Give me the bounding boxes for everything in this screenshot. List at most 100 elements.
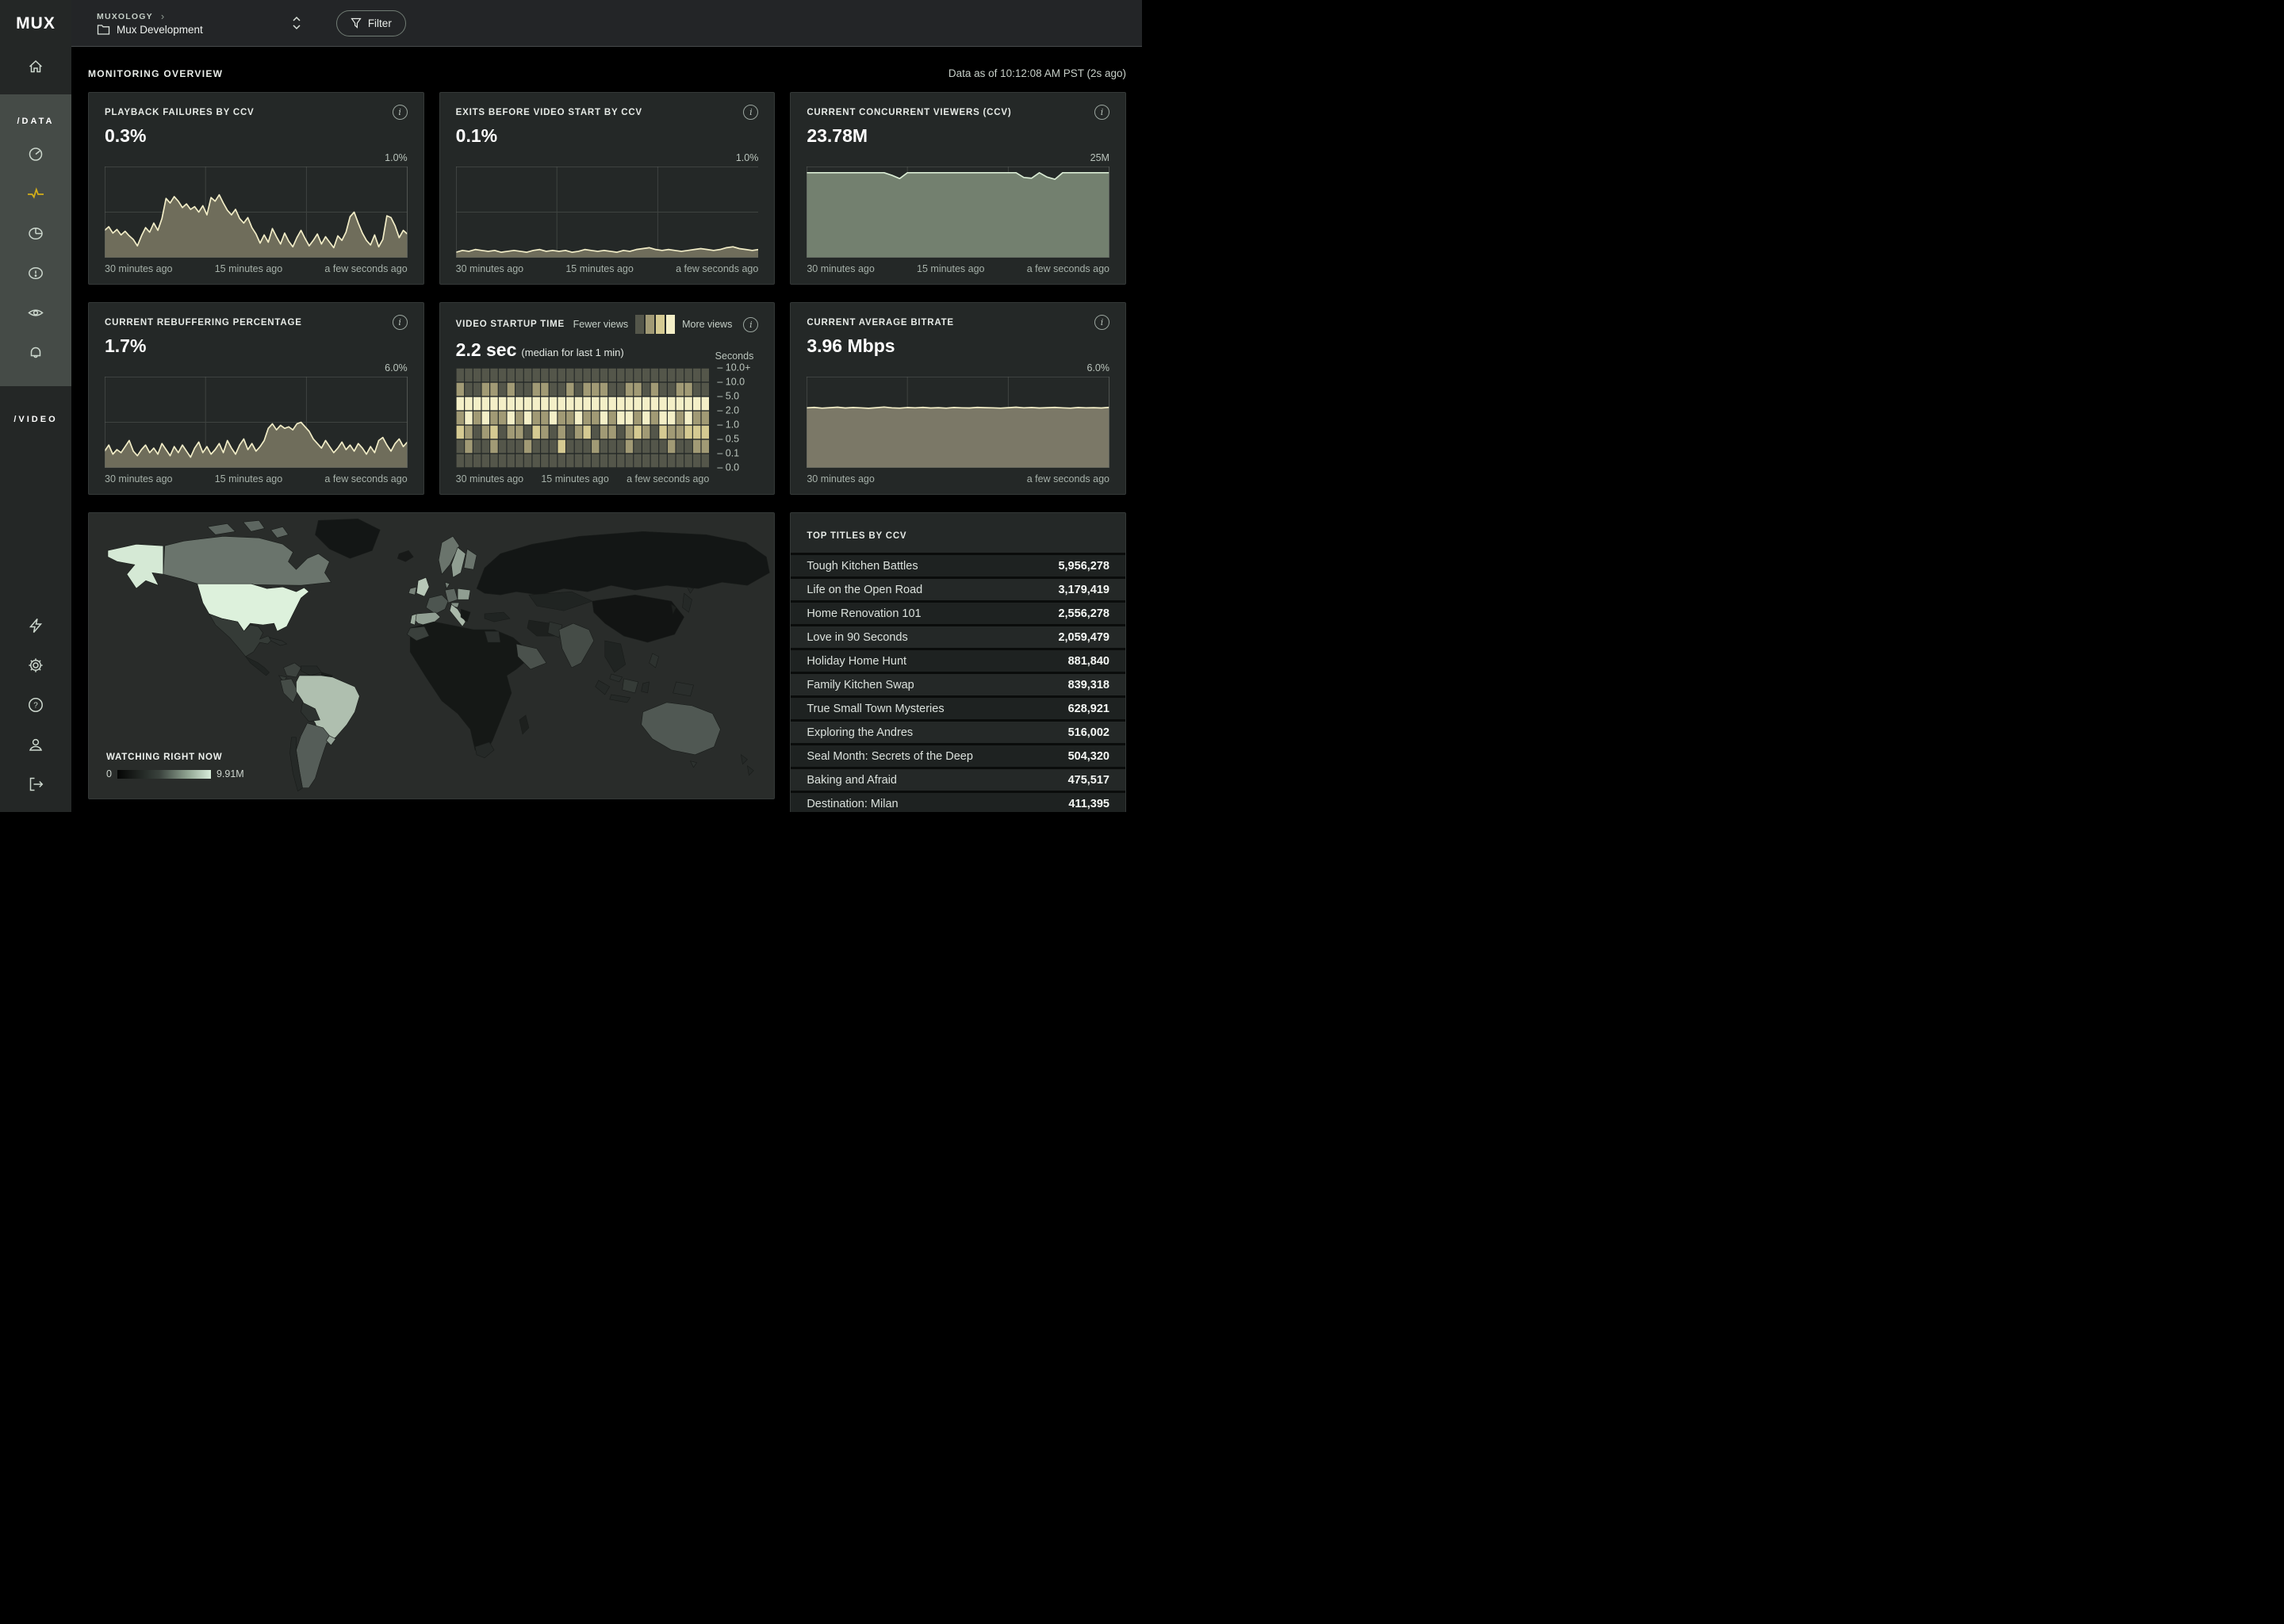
heatmap-legend: Fewer views More views <box>573 315 733 334</box>
sidebar-item-monitoring[interactable] <box>0 174 71 213</box>
filter-button[interactable]: Filter <box>336 10 406 36</box>
table-row[interactable]: Seal Month: Secrets of the Deep504,320 <box>791 743 1125 767</box>
title-name: Destination: Milan <box>807 798 898 810</box>
info-icon[interactable]: i <box>743 317 758 332</box>
y-axis-tick: – 0.1 <box>717 447 739 458</box>
breadcrumb-org[interactable]: MUXOLOGY <box>97 12 153 21</box>
info-icon[interactable]: i <box>1094 315 1109 330</box>
x-axis-label: a few seconds ago <box>324 473 407 485</box>
area-chart <box>105 167 408 258</box>
sidebar-item-alerts[interactable] <box>0 332 71 372</box>
map-region-poland[interactable] <box>458 588 470 599</box>
info-icon[interactable]: i <box>393 315 408 330</box>
title-ccv-value: 628,921 <box>1068 703 1109 715</box>
sidebar-item-dashboard[interactable] <box>0 134 71 174</box>
y-max-label: 6.0% <box>807 362 1109 377</box>
map-scale-gradient <box>117 770 211 779</box>
table-row[interactable]: True Small Town Mysteries 628,921 <box>791 695 1125 719</box>
x-axis-label: 30 minutes ago <box>105 263 172 274</box>
info-icon[interactable]: i <box>1094 105 1109 120</box>
x-axis-labels: 30 minutes ago15 minutes agoa few second… <box>456 473 710 485</box>
area-chart <box>807 377 1109 468</box>
table-row[interactable]: Life on the Open Road3,179,419 <box>791 576 1125 600</box>
filter-button-label: Filter <box>368 17 392 29</box>
unfold-icon <box>290 14 303 32</box>
x-axis-labels: 30 minutes ago15 minutes agoa few second… <box>105 263 408 274</box>
sidebar-video-label[interactable]: /VIDEO <box>13 404 57 432</box>
x-axis-label: 30 minutes ago <box>456 473 523 485</box>
x-axis-label: 30 minutes ago <box>105 473 172 485</box>
folder-icon <box>97 24 110 36</box>
table-row[interactable]: Exploring the Andres516,002 <box>791 719 1125 743</box>
area-chart <box>105 377 408 468</box>
gear-icon <box>26 656 45 675</box>
title-ccv-value: 411,395 <box>1068 798 1109 810</box>
card-world-map: WATCHING RIGHT NOW 0 9.91M <box>88 512 775 799</box>
x-axis-label: 30 minutes ago <box>456 263 523 274</box>
bell-icon <box>26 343 45 362</box>
pie-chart-icon <box>26 224 45 243</box>
legend-swatch <box>635 315 644 334</box>
title-ccv-value: 516,002 <box>1068 726 1109 739</box>
y-max-label: 6.0% <box>105 362 408 377</box>
y-axis-tick: – 2.0 <box>717 404 739 416</box>
x-axis-labels: 30 minutes ago15 minutes agoa few second… <box>105 473 408 485</box>
info-icon[interactable]: i <box>393 105 408 120</box>
title-ccv-value: 881,840 <box>1068 655 1109 668</box>
legend-high-label: More views <box>682 319 732 330</box>
mux-logo: MUX <box>0 0 71 47</box>
table-row[interactable]: Home Renovation 1012,556,278 <box>791 600 1125 624</box>
info-icon[interactable]: i <box>743 105 758 120</box>
x-axis-label: 30 minutes ago <box>807 263 874 274</box>
user-icon <box>26 735 45 754</box>
sidebar-item-home[interactable] <box>0 47 71 86</box>
filter-funnel-icon <box>351 17 362 29</box>
breadcrumb[interactable]: MUXOLOGY › <box>97 10 203 22</box>
table-row[interactable]: Love in 90 Seconds2,059,479 <box>791 624 1125 648</box>
sidebar-item-metrics[interactable] <box>0 213 71 253</box>
environment-name: Mux Development <box>117 24 203 36</box>
map-legend: WATCHING RIGHT NOW 0 9.91M <box>106 753 244 779</box>
app-root: MUX /DATA <box>0 0 1142 812</box>
sidebar-item-views[interactable] <box>0 293 71 332</box>
table-row[interactable]: Tough Kitchen Battles5,956,278 <box>791 553 1125 576</box>
lightning-icon <box>26 616 45 635</box>
x-axis-label: a few seconds ago <box>676 263 758 274</box>
sidebar-item-events[interactable] <box>0 606 71 645</box>
y-axis-tick: – 10.0+ <box>717 362 750 373</box>
title-name: Baking and Afraid <box>807 774 897 787</box>
title-ccv-value: 839,318 <box>1068 679 1109 691</box>
sidebar-item-account[interactable] <box>0 725 71 764</box>
x-axis-label: 30 minutes ago <box>807 473 874 485</box>
table-row[interactable]: Family Kitchen Swap839,318 <box>791 672 1125 695</box>
title-name: Seal Month: Secrets of the Deep <box>807 750 973 763</box>
sidebar-item-settings[interactable] <box>0 645 71 685</box>
card-concurrent-viewers: CURRENT CONCURRENT VIEWERS (CCV) i 23.78… <box>790 92 1126 285</box>
topbar: MUXOLOGY › Mux Development <box>71 0 1142 47</box>
sidebar-item-signout[interactable] <box>0 764 71 804</box>
y-max-label: 1.0% <box>456 152 759 167</box>
title-ccv-value: 475,517 <box>1068 774 1109 787</box>
table-row[interactable]: Holiday Home Hunt881,840 <box>791 648 1125 672</box>
environment-switcher[interactable]: Mux Development <box>97 24 203 36</box>
title-name: True Small Town Mysteries <box>807 703 944 715</box>
x-axis-label: 15 minutes ago <box>917 263 984 274</box>
gauge-icon <box>26 144 45 163</box>
environment-unfold-control[interactable] <box>290 14 303 32</box>
startup-time-heatmap <box>456 368 710 468</box>
title-ccv-value: 2,556,278 <box>1058 607 1109 620</box>
sidebar-bottom: ? <box>0 606 71 812</box>
title-ccv-value: 5,956,278 <box>1058 560 1109 573</box>
sidebar-item-errors[interactable] <box>0 253 71 293</box>
table-row[interactable]: Destination: Milan 411,395 <box>791 791 1125 812</box>
heatmap-y-axis: Seconds – 10.0+– 10.0– 5.0– 2.0– 1.0– 0.… <box>709 368 758 485</box>
metric-value: 3.96 Mbps <box>807 335 1109 357</box>
sidebar-item-help[interactable]: ? <box>0 685 71 725</box>
card-average-bitrate: CURRENT AVERAGE BITRATE i 3.96 Mbps 6.0%… <box>790 302 1126 495</box>
table-row[interactable]: Baking and Afraid 475,517 <box>791 767 1125 791</box>
map-scale-max: 9.91M <box>217 768 244 779</box>
metric-value: 23.78M <box>807 125 1109 147</box>
title-name: Life on the Open Road <box>807 584 922 596</box>
legend-low-label: Fewer views <box>573 319 628 330</box>
pulse-icon <box>25 184 46 203</box>
